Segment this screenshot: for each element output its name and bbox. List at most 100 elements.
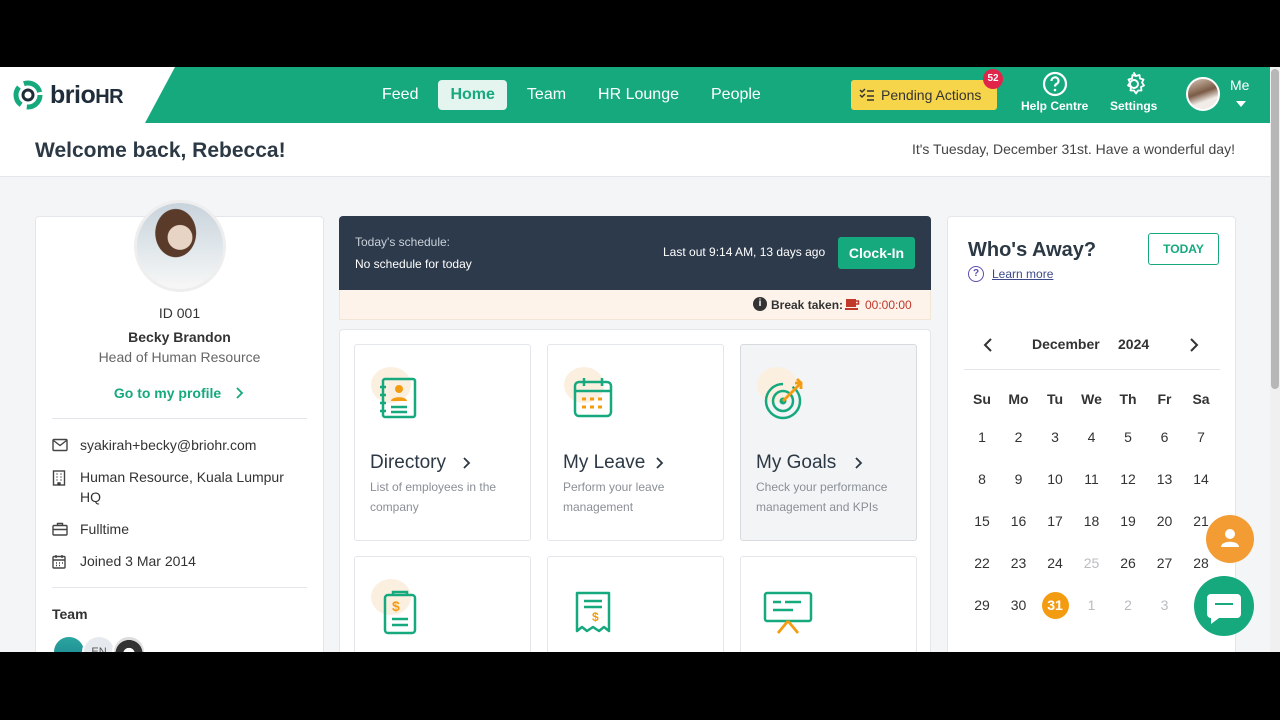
calendar-day[interactable]: 14	[1183, 465, 1219, 493]
calendar-weekday: Mo	[1008, 391, 1029, 407]
break-bar: i Break taken: 00:00:00	[339, 290, 931, 320]
quick-links-panel: Directory List of employees in the compa…	[339, 329, 931, 652]
clock-in-button[interactable]: Clock-In	[838, 237, 915, 269]
profile-photo	[134, 200, 226, 292]
nav-feed[interactable]: Feed	[370, 80, 430, 110]
help-icon	[1042, 71, 1067, 97]
schedule-panel: Today's schedule: No schedule for today …	[339, 216, 931, 290]
divider	[52, 418, 307, 419]
brio-logo-icon	[13, 80, 43, 110]
my-leave-description: Perform your leave management	[563, 480, 665, 514]
calendar-weekday: Fr	[1157, 391, 1172, 407]
calendar-day[interactable]: 23	[1001, 549, 1037, 577]
calendar-day[interactable]: 25	[1074, 549, 1110, 577]
calendar-day[interactable]: 3	[1037, 423, 1073, 451]
svg-text:$: $	[592, 610, 599, 624]
calendar-month[interactable]: December	[1032, 336, 1100, 352]
my-goals-title: My Goals	[756, 452, 837, 473]
calendar-day[interactable]: 4	[1074, 423, 1110, 451]
department-value: Human Resource, Kuala Lumpur HQ	[80, 469, 284, 505]
calendar-day[interactable]: 22	[964, 549, 1000, 577]
calendar-day[interactable]: 20	[1147, 507, 1183, 535]
calendar-icon	[573, 378, 613, 418]
team-avatar[interactable]	[112, 635, 146, 652]
training-tile[interactable]	[740, 556, 917, 652]
calendar-day[interactable]: 1	[964, 423, 1000, 451]
whos-away-card: Who's Away? TODAY ? Learn more December …	[947, 216, 1236, 652]
help-centre-button[interactable]: Help Centre	[1021, 71, 1088, 113]
calendar-weekday: Su	[973, 391, 991, 407]
calendar-day[interactable]: 1	[1074, 591, 1110, 619]
email-value: syakirah+becky@briohr.com	[80, 437, 257, 453]
chevron-right-icon	[855, 457, 863, 469]
email-row: syakirah+becky@briohr.com	[52, 435, 307, 455]
calendar-day[interactable]: 26	[1110, 549, 1146, 577]
my-goals-description: Check your performance management and KP…	[756, 480, 888, 514]
calendar-year[interactable]: 2024	[1118, 336, 1149, 352]
claims-tile[interactable]: $	[354, 556, 531, 652]
pending-actions-button[interactable]: Pending Actions	[851, 80, 997, 110]
calendar-day-today[interactable]: 31	[1037, 591, 1073, 619]
calendar-day[interactable]: 27	[1147, 549, 1183, 577]
receipt-icon: $	[575, 591, 611, 633]
calendar-day[interactable]: 29	[964, 591, 1000, 619]
user-support-button[interactable]	[1206, 515, 1254, 563]
whos-away-title: Who's Away?	[968, 239, 1097, 261]
calendar-day[interactable]: 11	[1074, 465, 1110, 493]
calendar-day[interactable]: 9	[1001, 465, 1037, 493]
nav-home[interactable]: Home	[438, 80, 507, 110]
my-leave-title: My Leave	[563, 452, 646, 473]
joined-row: Joined 3 Mar 2014	[52, 551, 307, 571]
calendar-day[interactable]: 8	[964, 465, 1000, 493]
calendar-day[interactable]: 19	[1110, 507, 1146, 535]
chevron-right-icon[interactable]	[1188, 337, 1200, 353]
calendar-day[interactable]: 16	[1001, 507, 1037, 535]
directory-description: List of employees in the company	[370, 480, 497, 514]
go-to-profile-link[interactable]: Go to my profile	[36, 385, 323, 401]
calendar-day[interactable]: 30	[1001, 591, 1037, 619]
calendar-day[interactable]: 5	[1110, 423, 1146, 451]
calendar-day[interactable]: 24	[1037, 549, 1073, 577]
calendar-weekday: We	[1081, 391, 1102, 407]
nav-team[interactable]: Team	[515, 80, 578, 110]
nav-people[interactable]: People	[699, 80, 773, 110]
caret-down-icon[interactable]	[1236, 101, 1246, 107]
calendar-day[interactable]: 2	[1110, 591, 1146, 619]
expense-document-icon: $	[383, 590, 417, 635]
calendar-day[interactable]: 17	[1037, 507, 1073, 535]
calendar-day[interactable]: 3	[1147, 591, 1183, 619]
calendar-day[interactable]: 12	[1110, 465, 1146, 493]
chevron-right-icon	[656, 457, 664, 469]
my-goals-tile[interactable]: My Goals Check your performance manageme…	[740, 344, 917, 541]
mail-icon	[52, 438, 68, 452]
scrollbar-thumb[interactable]	[1271, 69, 1279, 389]
person-icon	[1221, 529, 1239, 547]
settings-button[interactable]: Settings	[1110, 71, 1157, 113]
break-label: Break taken:	[771, 298, 844, 312]
learn-more-link[interactable]: ? Learn more	[968, 266, 1053, 282]
logo[interactable]: brioHR	[0, 67, 175, 123]
nav-hr-lounge[interactable]: HR Lounge	[586, 80, 691, 110]
chat-button[interactable]	[1194, 576, 1254, 636]
calendar-weekday: Th	[1119, 391, 1137, 407]
main-nav: Feed Home Team HR Lounge People	[370, 80, 773, 110]
today-button[interactable]: TODAY	[1148, 233, 1219, 265]
user-avatar[interactable]	[1186, 77, 1220, 111]
calendar-day[interactable]: 15	[964, 507, 1000, 535]
break-timer: 00:00:00	[865, 298, 912, 312]
calendar-day[interactable]: 13	[1147, 465, 1183, 493]
calendar-day[interactable]: 6	[1147, 423, 1183, 451]
info-icon[interactable]: i	[753, 297, 767, 311]
calendar-day-label: 31	[1041, 592, 1069, 619]
calendar-day[interactable]: 2	[1001, 423, 1037, 451]
me-menu-label[interactable]: Me	[1230, 77, 1249, 93]
my-leave-tile[interactable]: My Leave Perform your leave management	[547, 344, 724, 541]
directory-tile[interactable]: Directory List of employees in the compa…	[354, 344, 531, 541]
team-avatar-initials[interactable]: EN	[82, 635, 116, 652]
team-avatar[interactable]	[52, 635, 86, 652]
chevron-left-icon[interactable]	[982, 337, 994, 353]
payslip-tile[interactable]: $	[547, 556, 724, 652]
calendar-day[interactable]: 18	[1074, 507, 1110, 535]
calendar-day[interactable]: 7	[1183, 423, 1219, 451]
calendar-day[interactable]: 10	[1037, 465, 1073, 493]
